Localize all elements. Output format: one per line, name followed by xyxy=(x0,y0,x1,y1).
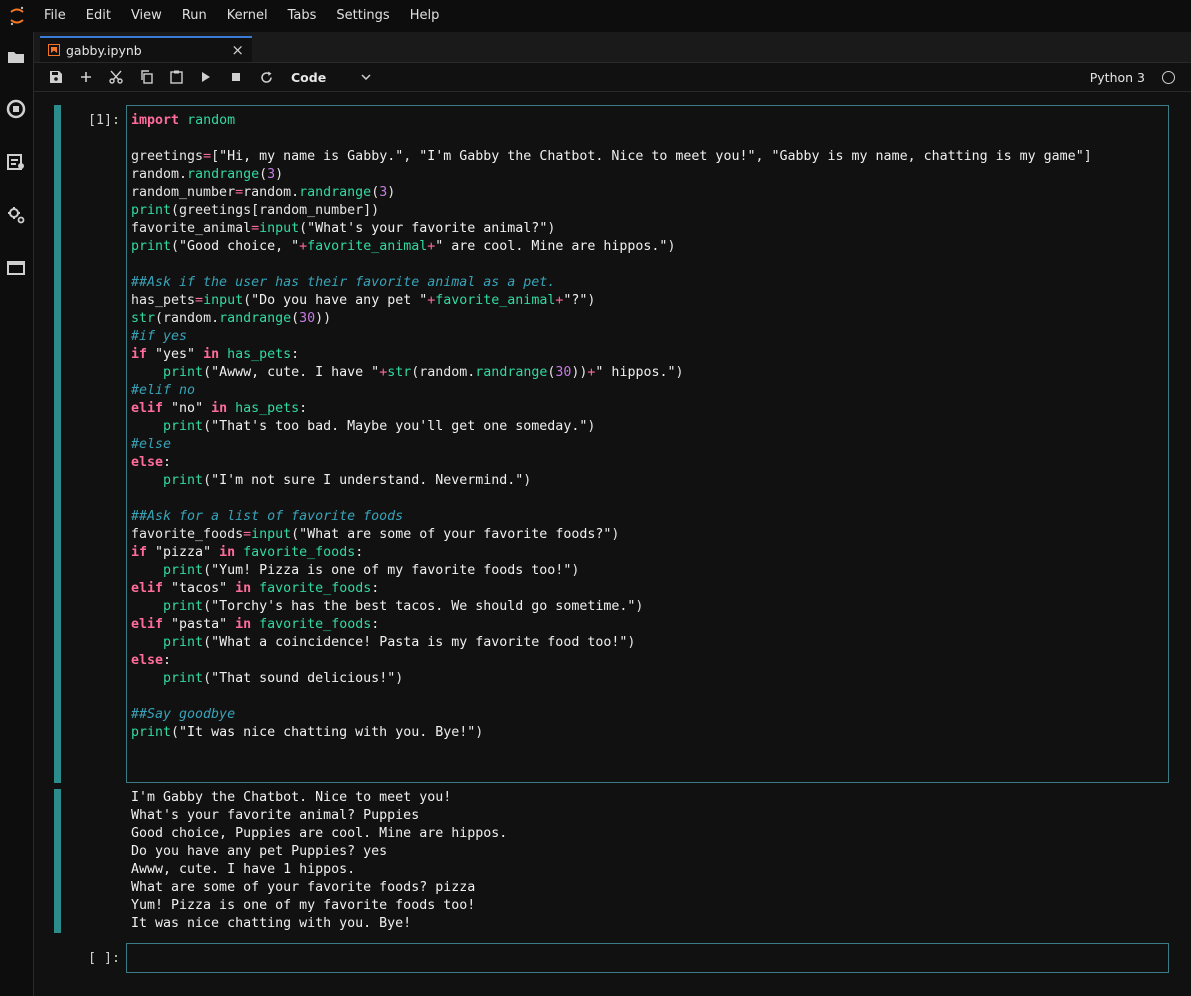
menu-edit[interactable]: Edit xyxy=(76,0,121,32)
menu-kernel[interactable]: Kernel xyxy=(217,0,278,32)
code-line: print("What a coincidence! Pasta is my f… xyxy=(163,635,636,650)
code-line: print("That sound delicious!") xyxy=(163,671,404,686)
output-collapser[interactable] xyxy=(54,789,61,933)
code-line: ​ xyxy=(131,130,1092,148)
code-line: import random xyxy=(131,113,236,128)
code-line: ​ xyxy=(131,688,1092,706)
code-line: greetings=["Hi, my name is Gabby.", "I'm… xyxy=(131,149,1092,164)
code-line: str(random.randrange(30)) xyxy=(131,311,332,326)
output-line: It was nice chatting with you. Bye! xyxy=(131,916,412,931)
folder-icon[interactable] xyxy=(6,47,26,67)
cell-type-label: Code xyxy=(291,69,327,85)
paste-icon[interactable] xyxy=(161,63,191,91)
running-icon[interactable] xyxy=(6,99,26,119)
extensions-icon[interactable] xyxy=(6,205,26,225)
code-line: print("It was nice chatting with you. By… xyxy=(131,725,484,740)
kernel-name[interactable]: Python 3 xyxy=(1090,70,1145,85)
code-line: print(greetings[random_number]) xyxy=(131,203,380,218)
code-line: print("Good choice, "+favorite_animal+" … xyxy=(131,239,676,254)
menu-view[interactable]: View xyxy=(121,0,172,32)
commands-icon[interactable] xyxy=(6,152,26,172)
code-line: has_pets=input("Do you have any pet "+fa… xyxy=(131,293,596,308)
code-line: else: xyxy=(131,455,172,470)
code-line: #elif no xyxy=(131,383,196,398)
tab-notebook[interactable]: gabby.ipynb × xyxy=(40,36,252,62)
save-icon[interactable] xyxy=(41,63,71,91)
code-line: if "yes" in has_pets: xyxy=(131,347,300,362)
output-line: Awww, cute. I have 1 hippos. xyxy=(131,862,356,877)
stop-icon[interactable] xyxy=(221,63,251,91)
left-sidebar xyxy=(0,32,34,996)
input-collapser[interactable] xyxy=(54,105,61,783)
menu-file[interactable]: File xyxy=(34,0,76,32)
code-line: else: xyxy=(131,653,172,668)
code-editor[interactable]: import random​greetings=["Hi, my name is… xyxy=(126,105,1169,783)
code-line: random_number=random.randrange(3) xyxy=(131,185,396,200)
code-line: if "pizza" in favorite_foods: xyxy=(131,545,364,560)
code-line: random.randrange(3) xyxy=(131,167,284,182)
code-line: ​ xyxy=(131,490,1092,508)
output-line: Good choice, Puppies are cool. Mine are … xyxy=(131,826,508,841)
notebook-toolbar: Code Python 3 xyxy=(34,63,1191,92)
code-line: print("Torchy's has the best tacos. We s… xyxy=(163,599,644,614)
jupyter-logo-icon[interactable] xyxy=(0,0,34,32)
empty-code-editor[interactable] xyxy=(126,943,1169,973)
cell-type-select[interactable]: Code xyxy=(291,70,371,85)
copy-icon[interactable] xyxy=(131,63,161,91)
output-line: Do you have any pet Puppies? yes xyxy=(131,844,388,859)
add-cell-icon[interactable] xyxy=(71,63,101,91)
code-line: elif "pasta" in favorite_foods: xyxy=(131,617,380,632)
output-line: Yum! Pizza is one of my favorite foods t… xyxy=(131,898,476,913)
code-line: elif "tacos" in favorite_foods: xyxy=(131,581,380,596)
cut-icon[interactable] xyxy=(101,63,131,91)
code-line: #else xyxy=(131,437,172,452)
code-line: print("Yum! Pizza is one of my favorite … xyxy=(163,563,580,578)
tab-label: gabby.ipynb xyxy=(66,42,142,58)
run-icon[interactable] xyxy=(191,63,221,91)
empty-cell-prompt: [ ]: xyxy=(87,951,120,966)
code-line: ​ xyxy=(131,256,1092,274)
code-line: ##Ask if the user has their favorite ani… xyxy=(131,275,556,290)
code-line: favorite_animal=input("What's your favor… xyxy=(131,221,556,236)
output-line: What's your favorite animal? Puppies xyxy=(131,808,420,823)
menu-tabs[interactable]: Tabs xyxy=(278,0,327,32)
code-line: ##Say goodbye xyxy=(131,707,236,722)
restart-icon[interactable] xyxy=(251,63,281,91)
output-line: I'm Gabby the Chatbot. Nice to meet you! xyxy=(131,790,452,805)
notebook-icon xyxy=(48,44,60,56)
code-line: print("That's too bad. Maybe you'll get … xyxy=(163,419,596,434)
chevron-down-icon xyxy=(361,74,371,80)
menu-bar: File Edit View Run Kernel Tabs Settings … xyxy=(0,0,1191,32)
main-area: gabby.ipynb × Code Python 3 [1]: import … xyxy=(34,32,1191,996)
code-lines: import random​greetings=["Hi, my name is… xyxy=(131,112,1092,742)
code-line: print("I'm not sure I understand. Neverm… xyxy=(163,473,532,488)
menu-settings[interactable]: Settings xyxy=(326,0,399,32)
close-icon[interactable]: × xyxy=(231,42,244,58)
code-line: ##Ask for a list of favorite foods xyxy=(131,509,404,524)
code-line: elif "no" in has_pets: xyxy=(131,401,308,416)
code-line: #if yes xyxy=(131,329,188,344)
kernel-status-icon xyxy=(1162,71,1175,84)
code-line: favorite_foods=input("What are some of y… xyxy=(131,527,620,542)
input-prompt: [1]: xyxy=(87,113,120,128)
menu-help[interactable]: Help xyxy=(400,0,450,32)
output-area: I'm Gabby the Chatbot. Nice to meet you!… xyxy=(131,789,507,933)
menu-run[interactable]: Run xyxy=(172,0,217,32)
tab-bar: gabby.ipynb × xyxy=(34,32,1191,63)
output-line: What are some of your favorite foods? pi… xyxy=(131,880,476,895)
tabs-icon[interactable] xyxy=(6,258,26,278)
notebook-panel: [1]: import random​greetings=["Hi, my na… xyxy=(34,92,1191,996)
code-line: print("Awww, cute. I have "+str(random.r… xyxy=(163,365,684,380)
